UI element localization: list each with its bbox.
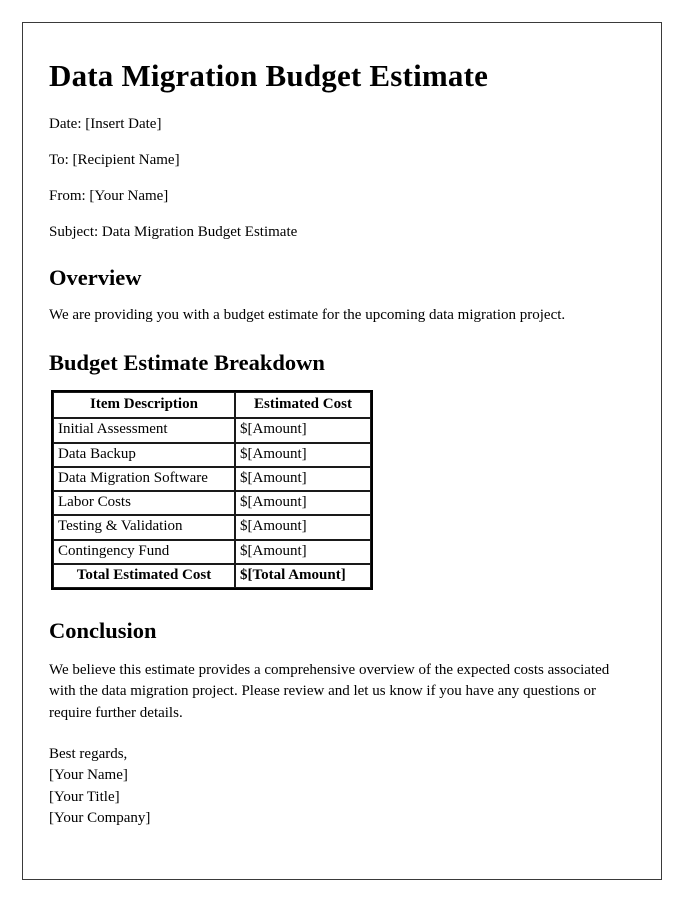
cell-item-description: Initial Assessment — [53, 418, 235, 443]
budget-estimate-table: Item Description Estimated Cost Initial … — [51, 390, 373, 591]
cell-total-label: Total Estimated Cost — [53, 563, 235, 589]
table-row: Labor Costs $[Amount] — [53, 491, 371, 516]
table-row: Data Migration Software $[Amount] — [53, 466, 371, 492]
cell-item-description: Data Backup — [53, 442, 235, 467]
signature-block: Best regards, [Your Name] [Your Title] [… — [49, 744, 635, 829]
table-header-row: Item Description Estimated Cost — [53, 392, 371, 419]
signature-company: [Your Company] — [49, 809, 151, 826]
cell-total-value: $[Total Amount] — [235, 563, 371, 589]
column-header-estimated-cost: Estimated Cost — [235, 392, 371, 419]
cell-item-description: Contingency Fund — [53, 539, 235, 564]
cell-estimated-cost: $[Amount] — [235, 539, 371, 564]
table-row: Initial Assessment $[Amount] — [53, 418, 371, 443]
page-title: Data Migration Budget Estimate — [49, 58, 489, 93]
date-line: Date: [Insert Date] — [49, 116, 162, 133]
section-heading-overview: Overview — [49, 265, 142, 291]
signature-title: [Your Title] — [49, 788, 120, 805]
table-body: Initial Assessment $[Amount] Data Backup… — [53, 418, 371, 589]
from-line: From: [Your Name] — [49, 188, 169, 205]
cell-item-description: Labor Costs — [53, 491, 235, 516]
subject-line: Subject: Data Migration Budget Estimate — [49, 224, 298, 241]
table-total-row: Total Estimated Cost $[Total Amount] — [53, 563, 371, 589]
section-heading-conclusion: Conclusion — [49, 618, 157, 644]
cell-item-description: Testing & Validation — [53, 515, 235, 540]
table-row: Testing & Validation $[Amount] — [53, 515, 371, 540]
cell-estimated-cost: $[Amount] — [235, 515, 371, 540]
table-row: Data Backup $[Amount] — [53, 442, 371, 467]
to-line: To: [Recipient Name] — [49, 152, 180, 169]
cell-item-description: Data Migration Software — [53, 466, 235, 492]
overview-paragraph: We are providing you with a budget estim… — [49, 306, 566, 323]
table-head: Item Description Estimated Cost — [53, 392, 371, 419]
signature-closing: Best regards, — [49, 745, 128, 762]
column-header-item-description: Item Description — [53, 392, 235, 419]
signature-name: [Your Name] — [49, 767, 128, 784]
cell-estimated-cost: $[Amount] — [235, 442, 371, 467]
cell-estimated-cost: $[Amount] — [235, 491, 371, 516]
conclusion-paragraph: We believe this estimate provides a comp… — [49, 662, 610, 721]
document-body: Data Migration Budget Estimate Date: [In… — [23, 23, 661, 829]
cell-estimated-cost: $[Amount] — [235, 418, 371, 443]
cell-estimated-cost: $[Amount] — [235, 466, 371, 492]
table-row: Contingency Fund $[Amount] — [53, 539, 371, 564]
document-page-frame: Data Migration Budget Estimate Date: [In… — [22, 22, 662, 880]
section-heading-breakdown: Budget Estimate Breakdown — [49, 350, 325, 376]
